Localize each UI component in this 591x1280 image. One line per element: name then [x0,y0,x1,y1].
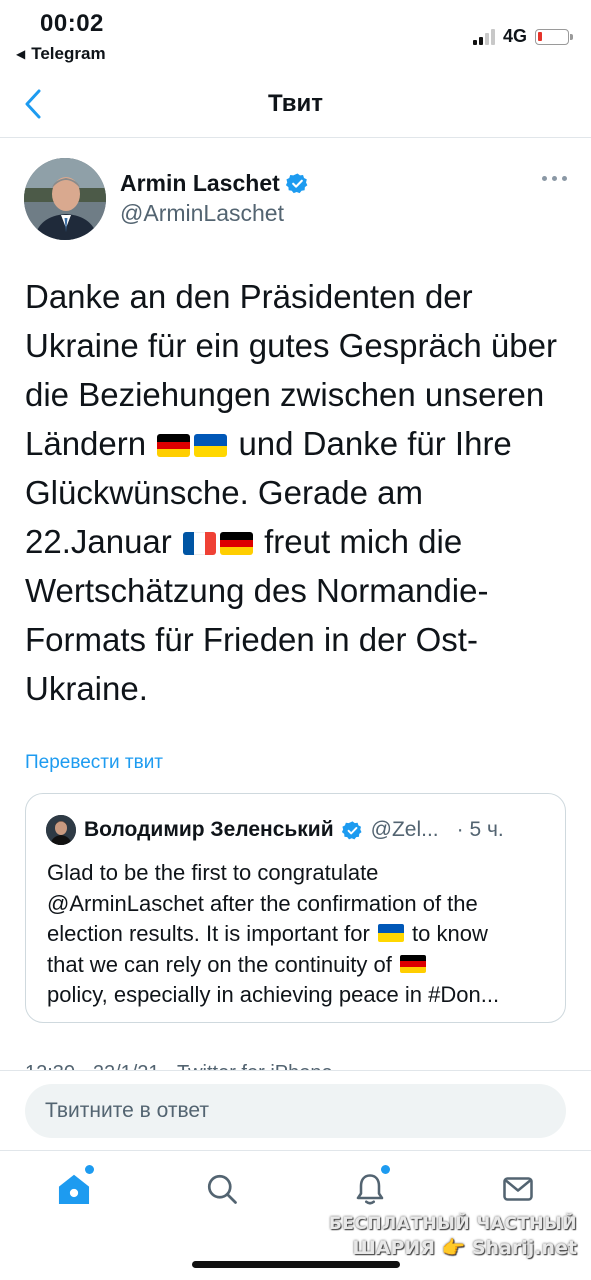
tweet-line: Wertschätzung des Normandie- [25,572,489,609]
watermark-line: ШАРИЯ 👉 Sharij.net [352,1237,577,1259]
back-triangle-icon: ◀ [16,47,26,61]
tweet-line: 22.Januar freut mich die [25,517,570,566]
tweet-line: Danke an den Präsidenten der [25,278,473,315]
status-bar: 00:02 ◀ Telegram 4G [0,0,591,70]
status-indicators: 4G [472,26,573,47]
avatar [46,815,76,845]
quoted-fragment: that we can rely on the continuity of [47,951,392,977]
tab-search[interactable] [200,1167,244,1211]
tweet-author: Armin Laschet @ArminLaschet [24,156,567,242]
tweet-fragment: 22.Januar [25,523,172,560]
ukraine-flag-icon [194,434,228,457]
tweet-fragment: Ländern [25,425,147,462]
tweet-line: Ländern und Danke für Ihre [25,419,570,468]
watermark: БЕСПЛАТНЫЙ ЧАСТНЫЙ ШАРИЯ 👉 Sharij.net [329,1212,577,1260]
tweet-line: Ukraine für ein gutes Gespräch über [25,327,557,364]
signal-icon [472,28,495,45]
tweet-fragment: freut mich die [264,523,463,560]
notifications-dot [381,1165,390,1174]
tab-home[interactable] [52,1165,96,1211]
tweet-line: Glückwünsche. Gerade am [25,474,424,511]
watermark-line: БЕСПЛАТНЫЙ ЧАСТНЫЙ [328,1214,577,1234]
status-time: 00:02 [40,10,104,37]
quoted-tweet-header: Володимир Зеленський @Zel... · 5 ч. [46,814,547,846]
tweet-text: Danke an den Präsidenten der Ukraine für… [25,272,570,713]
quoted-fragment: to know [412,921,488,946]
home-icon [58,1174,90,1205]
more-options-button[interactable] [542,176,567,181]
germany-flag-icon [400,954,426,973]
quoted-author-handle: @Zel... [370,818,439,841]
quoted-line: election results. It is important for to… [47,919,557,950]
reply-bar [0,1070,591,1150]
quoted-fragment: election results. It is important for [47,921,370,946]
battery-icon [535,28,573,45]
page-title: Твит [267,90,323,117]
tweet-line: die Beziehungen zwischen unseren [25,376,545,413]
author-name: Armin Laschet [120,170,280,196]
quoted-tweet-text: Glad to be the first to congratulate @Ar… [47,858,557,1011]
quoted-line: @ArminLaschet after the confirmation of … [47,890,478,916]
tab-messages[interactable] [496,1167,540,1211]
notifications-icon [356,1174,384,1205]
tweet-line: Ukraine. [25,670,148,707]
translate-tweet-link[interactable]: Перевести твит [25,752,163,774]
verified-badge-icon [285,173,308,194]
tweet-meta-line: 12:30 · 22/1/21 · Twitter for iPhone [25,1056,566,1070]
france-flag-icon [182,532,216,555]
verified-badge-icon [341,820,362,839]
avatar[interactable] [24,158,106,240]
dot-icon [542,176,547,181]
back-to-app-link[interactable]: ◀ Telegram [16,44,106,64]
back-app-label: Telegram [31,44,106,63]
author-handle[interactable]: @ArminLaschet [120,200,284,227]
quoted-line: Glad to be the first to congratulate [47,860,379,885]
ukraine-flag-icon [377,924,404,942]
tweet-meta-text: 12:30 · 22/1/21 · Twitter for iPhone [25,1062,333,1070]
dot-icon [552,176,557,181]
messages-icon [503,1177,533,1201]
home-notification-dot [85,1165,94,1174]
quoted-timestamp: · 5 ч. [456,818,504,841]
author-name-row[interactable]: Armin Laschet [120,170,309,197]
tweet-fragment: und Danke für Ihre [238,425,512,462]
germany-flag-icon [219,532,253,555]
search-icon [207,1174,237,1204]
nav-bar: Твит [0,70,591,138]
reply-input[interactable] [25,1084,566,1138]
home-indicator[interactable] [192,1261,400,1268]
tab-notifications[interactable] [348,1165,392,1211]
germany-flag-icon [157,434,191,457]
quoted-line: policy, especially in achieving peace in… [47,982,500,1007]
quoted-line: that we can rely on the continuity of [47,950,557,981]
dot-icon [562,176,567,181]
network-label: 4G [502,26,527,46]
quoted-author-name: Володимир Зеленський [84,818,334,841]
tweet-line: Formats für Frieden in der Ost- [25,621,478,658]
quoted-tweet[interactable]: Володимир Зеленський @Zel... · 5 ч. Glad… [25,793,566,1023]
